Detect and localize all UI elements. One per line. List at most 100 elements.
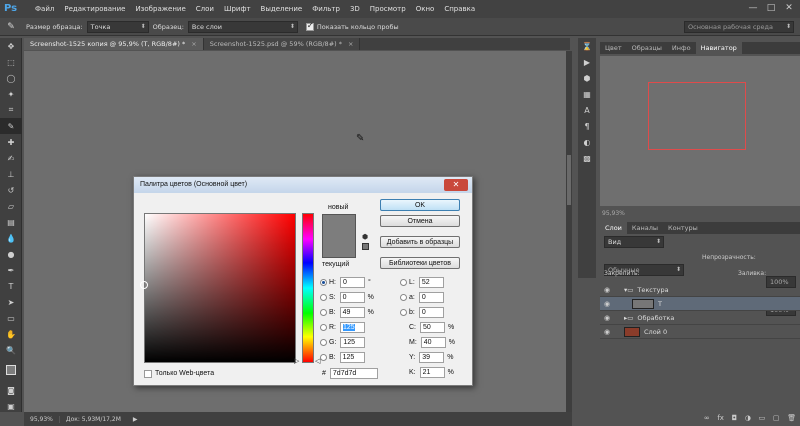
close-tab-icon[interactable]: × xyxy=(348,38,353,50)
pen-tool-icon[interactable]: ✒ xyxy=(0,262,22,278)
trash-icon[interactable]: 🗑 xyxy=(787,414,796,426)
lab-b-input[interactable]: 0 xyxy=(418,307,444,318)
a-input[interactable]: 0 xyxy=(418,292,444,303)
cancel-button[interactable]: Отмена xyxy=(380,215,460,227)
clone-stamp-icon[interactable]: ⊥ xyxy=(0,166,22,182)
menu-file[interactable]: Файл xyxy=(30,5,59,13)
tab-swatches[interactable]: Образцы xyxy=(627,42,667,54)
g-radio[interactable] xyxy=(320,339,327,346)
eye-icon[interactable]: ◉ xyxy=(600,286,614,294)
brush-tool-icon[interactable]: ✍ xyxy=(0,150,22,166)
move-tool-icon[interactable]: ✥ xyxy=(0,38,22,54)
magic-wand-icon[interactable]: ✦ xyxy=(0,86,22,102)
styles-icon[interactable]: ▩ xyxy=(578,150,596,166)
hue-slider[interactable] xyxy=(302,213,314,363)
tab-layers[interactable]: Слои xyxy=(600,222,627,234)
web-only-checkbox[interactable] xyxy=(144,369,152,378)
tab-navigator[interactable]: Навигатор xyxy=(695,42,742,54)
history-brush-icon[interactable]: ↺ xyxy=(0,182,22,198)
out-of-gamut-cube-icon[interactable]: ⬢ xyxy=(362,233,368,241)
tab-screenshot-copy[interactable]: Screenshot-1525 копия @ 95,9% (T, RGB/8#… xyxy=(24,38,204,50)
hue-slider-left-handle-icon[interactable]: ▷ xyxy=(294,357,299,365)
color-field-marker[interactable] xyxy=(140,281,148,289)
new-layer-icon[interactable]: ▢ xyxy=(773,414,780,426)
hex-input[interactable]: 7d7d7d xyxy=(329,368,378,379)
menu-select[interactable]: Выделение xyxy=(256,5,308,13)
zoom-tool-icon[interactable]: 🔍 xyxy=(0,342,22,358)
type-tool-icon[interactable]: T xyxy=(0,278,22,294)
vertical-scrollbar[interactable] xyxy=(566,51,572,412)
brush-preset-icon[interactable]: ▦ xyxy=(578,86,596,102)
show-ring-checkbox[interactable] xyxy=(305,21,314,31)
fx-icon[interactable]: fx xyxy=(717,414,724,426)
menu-window[interactable]: Окно xyxy=(411,5,440,13)
l-radio[interactable] xyxy=(400,279,407,286)
h-input[interactable]: 0 xyxy=(340,277,365,288)
layer-group-processing[interactable]: ◉ ▸▭ Обработка xyxy=(600,311,800,325)
y-input[interactable]: 39 xyxy=(419,352,445,363)
blue-input[interactable]: 125 xyxy=(339,352,365,363)
ok-button[interactable]: OK xyxy=(380,199,460,211)
eyedropper-icon[interactable]: ✎ xyxy=(0,22,22,32)
r-radio[interactable] xyxy=(320,324,327,331)
adjustments-icon[interactable]: ◐ xyxy=(578,134,596,150)
layer-kind-filter[interactable]: Вид ⬍ xyxy=(604,236,664,248)
menu-3d[interactable]: 3D xyxy=(345,5,365,13)
eye-icon[interactable]: ◉ xyxy=(600,328,614,336)
menu-view[interactable]: Просмотр xyxy=(365,5,411,13)
menu-filter[interactable]: Фильтр xyxy=(307,5,345,13)
m-input[interactable]: 40 xyxy=(420,337,446,348)
current-color-swatch[interactable] xyxy=(322,236,356,258)
menu-layers[interactable]: Слои xyxy=(191,5,219,13)
marquee-tool-icon[interactable]: ⬚ xyxy=(0,54,22,70)
s-radio[interactable] xyxy=(320,294,327,301)
shape-tool-icon[interactable]: ▭ xyxy=(0,310,22,326)
status-arrow-icon[interactable]: ▶ xyxy=(133,416,138,423)
path-selection-icon[interactable]: ➤ xyxy=(0,294,22,310)
b-input[interactable]: 49 xyxy=(339,307,365,318)
menu-image[interactable]: Изображение xyxy=(130,5,190,13)
k-input[interactable]: 21 xyxy=(419,367,445,378)
healing-brush-icon[interactable]: ✚ xyxy=(0,134,22,150)
lab-b-radio[interactable] xyxy=(400,309,407,316)
eyedropper-tool-icon[interactable]: ✎ xyxy=(0,118,22,134)
tab-info[interactable]: Инфо xyxy=(667,42,696,54)
gradient-tool-icon[interactable]: ▤ xyxy=(0,214,22,230)
screen-mode-icon[interactable]: ▣ xyxy=(0,398,22,414)
menu-edit[interactable]: Редактирование xyxy=(59,5,130,13)
r-input[interactable]: 125 xyxy=(340,322,365,333)
navigator-view-box[interactable] xyxy=(648,82,746,150)
actions-icon[interactable]: ▶ xyxy=(578,54,596,70)
crop-tool-icon[interactable]: ⌗ xyxy=(0,102,22,118)
layer-group-texture[interactable]: ◉ ▾▭ Текстура xyxy=(600,283,800,297)
web-safe-swatch-icon[interactable] xyxy=(362,243,369,250)
tab-screenshot-psd[interactable]: Screenshot-1525.psd @ 59% (RGB/8#) * × xyxy=(203,38,361,50)
sample-select[interactable]: Все слои ⬍ xyxy=(187,20,298,33)
eraser-tool-icon[interactable]: ▱ xyxy=(0,198,22,214)
layer-0[interactable]: ◉ Слой 0 xyxy=(600,325,800,339)
navigator-zoom[interactable]: 95,93% xyxy=(602,210,625,217)
dialog-close-button[interactable]: ✕ xyxy=(444,179,468,191)
mask-icon[interactable]: ◘ xyxy=(732,414,738,426)
close-tab-icon[interactable]: × xyxy=(191,38,196,50)
a-radio[interactable] xyxy=(400,294,407,301)
s-input[interactable]: 0 xyxy=(339,292,365,303)
maximize-button[interactable]: □ xyxy=(764,2,778,14)
scrollbar-thumb[interactable] xyxy=(567,155,571,205)
lasso-tool-icon[interactable]: ◯ xyxy=(0,70,22,86)
blur-tool-icon[interactable]: 💧 xyxy=(0,230,22,246)
hand-tool-icon[interactable]: ✋ xyxy=(0,326,22,342)
eye-icon[interactable]: ◉ xyxy=(600,300,614,308)
color-libraries-button[interactable]: Библиотеки цветов xyxy=(380,257,460,269)
character-icon[interactable]: A xyxy=(578,102,596,118)
zoom-level[interactable]: 95,93% xyxy=(24,415,60,423)
close-window-button[interactable]: ✕ xyxy=(782,2,796,14)
tab-channels[interactable]: Каналы xyxy=(627,222,663,234)
adjustment-icon[interactable]: ◑ xyxy=(745,414,751,426)
c-input[interactable]: 50 xyxy=(420,322,445,333)
link-icon[interactable]: ∞ xyxy=(704,414,710,426)
color-field[interactable] xyxy=(144,213,296,363)
menu-type[interactable]: Шрифт xyxy=(219,5,256,13)
3d-icon[interactable]: ⬢ xyxy=(578,70,596,86)
quick-mask-icon[interactable]: ◙ xyxy=(0,382,22,398)
